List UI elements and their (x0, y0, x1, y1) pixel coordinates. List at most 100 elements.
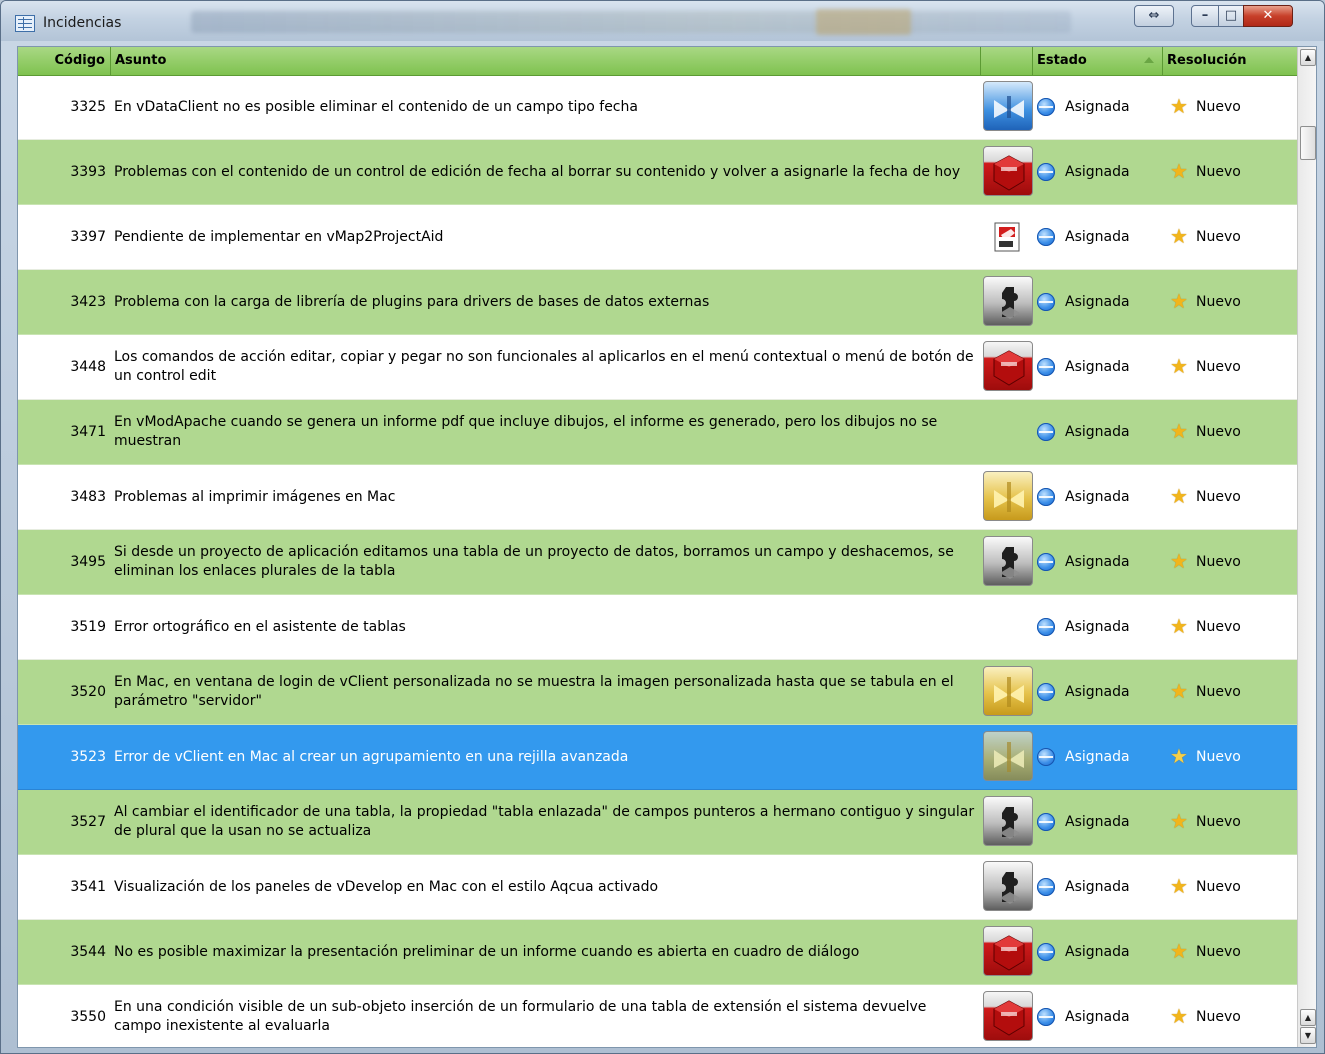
image-cell (982, 465, 1033, 529)
status-assigned-icon (1037, 228, 1055, 246)
table-row[interactable]: 3423 Problema con la carga de librería de… (18, 270, 1297, 335)
resolution-label: Nuevo (1196, 749, 1241, 765)
table-row[interactable]: 3483 Problemas al imprimir imágenes en Ma… (18, 465, 1297, 530)
status-cell: Asignada (1034, 790, 1162, 854)
window-title: Incidencias (43, 15, 122, 31)
image-cell (982, 140, 1033, 204)
resolution-label: Nuevo (1196, 489, 1241, 505)
document-map-icon (983, 211, 1033, 261)
resolution-cell: ★ Nuevo (1164, 725, 1297, 789)
subject-cell: En vModApache cuando se genera un inform… (114, 400, 976, 464)
table-row[interactable]: 3550 En una condición visible de un sub-o… (18, 985, 1297, 1047)
code-cell: 3523 (70, 749, 106, 765)
column-header-status[interactable]: Estado (1033, 47, 1163, 75)
table-row[interactable]: 3471 En vModApache cuando se genera un in… (18, 400, 1297, 465)
status-label: Asignada (1065, 554, 1130, 570)
status-assigned-icon (1037, 423, 1055, 441)
star-icon: ★ (1170, 354, 1188, 378)
incidencias-window: Incidencias ⇔ – □ ✕ Código Asunto Estado… (0, 0, 1325, 1054)
resolution-cell: ★ Nuevo (1164, 140, 1297, 204)
subject-cell: En Mac, en ventana de login de vClient p… (114, 660, 976, 724)
grid-header: Código Asunto Estado Resolución (18, 47, 1297, 76)
subject-text: Error de vClient en Mac al crear un agru… (114, 748, 629, 765)
close-button[interactable]: ✕ (1243, 5, 1293, 27)
resolution-label: Nuevo (1196, 879, 1241, 895)
scroll-thumb[interactable] (1300, 126, 1316, 160)
scroll-down-button[interactable]: ▼ (1300, 1027, 1316, 1044)
resolution-cell: ★ Nuevo (1164, 855, 1297, 919)
resolution-cell: ★ Nuevo (1164, 790, 1297, 854)
status-assigned-icon (1037, 943, 1055, 961)
status-cell: Asignada (1034, 725, 1162, 789)
status-cell: Asignada (1034, 400, 1162, 464)
table-row[interactable]: 3544 No es posible maximizar la presentac… (18, 920, 1297, 985)
table-row[interactable]: 3448 Los comandos de acción editar, copia… (18, 335, 1297, 400)
resolution-cell: ★ Nuevo (1164, 335, 1297, 399)
subject-text: En Mac, en ventana de login de vClient p… (114, 674, 954, 709)
code-cell: 3520 (70, 684, 106, 700)
minimize-button[interactable]: – (1191, 5, 1219, 27)
dark-puzzle-icon (983, 536, 1033, 586)
status-cell: Asignada (1034, 855, 1162, 919)
column-header-image[interactable] (981, 47, 1033, 75)
subject-cell: Al cambiar el identificador de una tabla… (114, 790, 976, 854)
image-cell (982, 855, 1033, 919)
table-row[interactable]: 3520 En Mac, en ventana de login de vClie… (18, 660, 1297, 725)
table-row[interactable]: 3495 Si desde un proyecto de aplicación e… (18, 530, 1297, 595)
resolution-label: Nuevo (1196, 294, 1241, 310)
subject-text: No es posible maximizar la presentación … (114, 943, 860, 960)
column-header-subject[interactable]: Asunto (111, 47, 981, 75)
table-row[interactable]: 3519 Error ortográfico en el asistente de… (18, 595, 1297, 660)
code-cell: 3541 (70, 879, 106, 895)
status-cell: Asignada (1034, 660, 1162, 724)
subject-text: Error ortográfico en el asistente de tab… (114, 618, 406, 635)
status-cell: Asignada (1034, 205, 1162, 269)
column-header-resolution[interactable]: Resolución (1163, 47, 1297, 75)
table-row[interactable]: 3325 En vDataClient no es posible elimina… (18, 75, 1297, 140)
scroll-down-button-upper[interactable]: ▲ (1300, 1009, 1316, 1026)
subject-text: Los comandos de acción editar, copiar y … (114, 349, 974, 384)
table-row[interactable]: 3523 Error de vClient en Mac al crear un … (18, 725, 1297, 790)
star-icon: ★ (1170, 939, 1188, 963)
star-icon: ★ (1170, 484, 1188, 508)
maximize-button[interactable]: □ (1218, 5, 1244, 27)
status-assigned-icon (1037, 748, 1055, 766)
table-row[interactable]: 3527 Al cambiar el identificador de una t… (18, 790, 1297, 855)
status-assigned-icon (1037, 683, 1055, 701)
status-assigned-icon (1037, 618, 1055, 636)
table-row[interactable]: 3397 Pendiente de implementar en vMap2Pro… (18, 205, 1297, 270)
code-cell: 3483 (70, 489, 106, 505)
status-cell: Asignada (1034, 465, 1162, 529)
resolution-label: Nuevo (1196, 554, 1241, 570)
resolution-cell: ★ Nuevo (1164, 985, 1297, 1047)
status-cell: Asignada (1034, 75, 1162, 139)
subject-cell: Los comandos de acción editar, copiar y … (114, 335, 976, 399)
subject-cell: No es posible maximizar la presentación … (114, 920, 976, 984)
star-icon: ★ (1170, 1004, 1188, 1028)
star-icon: ★ (1170, 289, 1188, 313)
title-bar[interactable]: Incidencias ⇔ – □ ✕ (1, 1, 1324, 41)
table-row[interactable]: 3541 Visualización de los paneles de vDev… (18, 855, 1297, 920)
status-label: Asignada (1065, 814, 1130, 830)
subject-cell: Error de vClient en Mac al crear un agru… (114, 725, 976, 789)
resolution-cell: ★ Nuevo (1164, 465, 1297, 529)
column-header-code[interactable]: Código (18, 47, 111, 75)
vertical-scrollbar[interactable]: ▲ ▲ ▼ (1297, 47, 1316, 1047)
table-row[interactable]: 3393 Problemas con el contenido de un con… (18, 140, 1297, 205)
image-cell (982, 205, 1032, 269)
subject-cell: Problemas con el contenido de un control… (114, 140, 976, 204)
status-assigned-icon (1037, 293, 1055, 311)
restore-button[interactable]: ⇔ (1134, 5, 1174, 27)
resolution-label: Nuevo (1196, 359, 1241, 375)
status-label: Asignada (1065, 749, 1130, 765)
image-cell (982, 270, 1033, 334)
code-cell: 3471 (70, 424, 106, 440)
grid-rows: 3325 En vDataClient no es posible elimina… (18, 75, 1297, 1047)
status-cell: Asignada (1034, 985, 1162, 1047)
scroll-up-button[interactable]: ▲ (1300, 49, 1316, 66)
resolution-label: Nuevo (1196, 684, 1241, 700)
star-icon: ★ (1170, 679, 1188, 703)
status-label: Asignada (1065, 359, 1130, 375)
resolution-label: Nuevo (1196, 164, 1241, 180)
subject-cell: Error ortográfico en el asistente de tab… (114, 595, 976, 659)
